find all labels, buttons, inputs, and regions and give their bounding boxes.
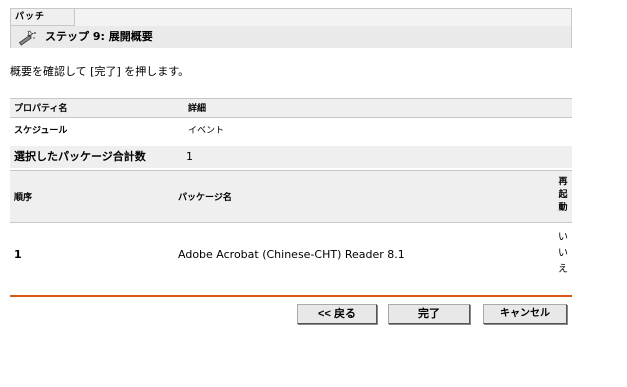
step-header: ステップ 9: 展開概要 xyxy=(11,26,571,48)
column-reboot: 再起動 xyxy=(558,177,568,213)
wizard-wand-icon xyxy=(18,29,38,46)
package-summary: 選択したパッケージ合計数 1 xyxy=(10,146,572,168)
row-sequence: 1 xyxy=(14,248,22,261)
column-sequence: 順序 xyxy=(14,193,33,203)
property-name-cell: スケジュール xyxy=(14,126,68,136)
row-package-name: Adobe Acrobat (Chinese-CHT) Reader 8.1 xyxy=(178,248,405,261)
property-value-cell: イベント xyxy=(188,126,225,136)
summary-label: 選択したパッケージ合計数 xyxy=(14,150,146,163)
properties-header: プロパティ名 詳細 xyxy=(10,98,572,118)
divider-line xyxy=(10,295,572,297)
step-title: ステップ 9: 展開概要 xyxy=(45,30,153,43)
bundle-table-header: 順序 パッケージ名 再起動 xyxy=(10,170,572,223)
header-tab: パッチ xyxy=(11,9,75,26)
summary-count: 1 xyxy=(186,150,193,163)
back-button[interactable]: << 戻る xyxy=(297,304,377,324)
column-detail: 詳細 xyxy=(188,104,207,114)
column-property-name: プロパティ名 xyxy=(14,104,68,114)
row-reboot: いいえ xyxy=(558,232,568,275)
cancel-button[interactable]: キャンセル xyxy=(483,304,567,324)
finish-button[interactable]: 完了 xyxy=(388,304,470,324)
wizard-header: パッチ ステップ 9: 展開概要 xyxy=(10,8,572,48)
column-package-name: パッケージ名 xyxy=(178,193,232,203)
instruction-text: 概要を確認して [完了] を押します。 xyxy=(10,65,190,78)
